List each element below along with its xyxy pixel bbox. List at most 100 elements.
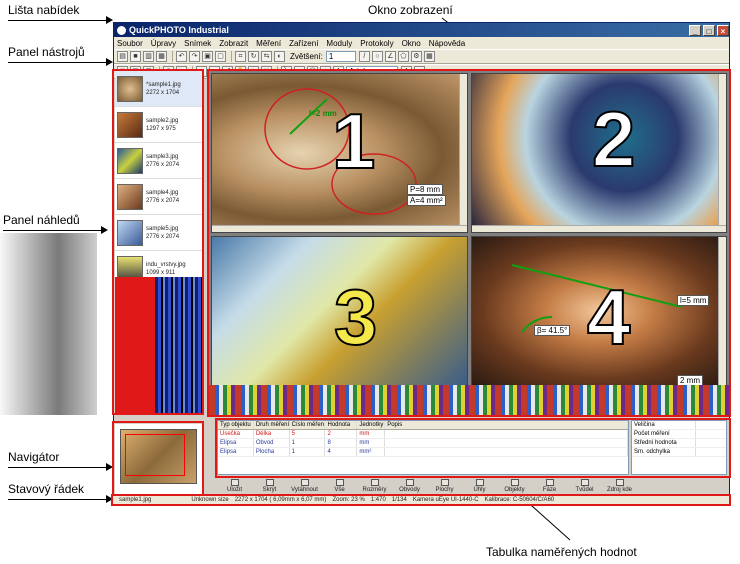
results-table[interactable]: Typ objektu Druh měření Číslo měření Hod… (217, 420, 629, 475)
image-quadrant-2[interactable]: 2 (471, 73, 727, 233)
thumbnail-image (117, 75, 143, 102)
save-icon[interactable]: ■ (130, 51, 141, 62)
close-button[interactable]: × (717, 24, 729, 36)
phase-icon (545, 479, 554, 486)
vertical-scrollbar[interactable] (718, 237, 726, 385)
menu-item-help[interactable]: Nápověda (429, 39, 465, 48)
menu-item-file[interactable]: Soubor (117, 39, 143, 48)
angles-button[interactable]: Úhly (462, 479, 497, 493)
copy-icon[interactable]: ▣ (202, 51, 213, 62)
navigator-viewport-frame[interactable] (125, 434, 185, 476)
paste-icon[interactable]: ▢ (215, 51, 226, 62)
line-tool-icon[interactable]: / (358, 51, 370, 62)
column-header[interactable]: Hodnota (325, 421, 358, 429)
column-header[interactable]: Popis (385, 421, 628, 429)
table-row[interactable]: Elipsa Obvod 1 8 mm (218, 439, 628, 448)
rotate-icon[interactable]: ↻ (248, 51, 259, 62)
undo-icon[interactable]: ↶ (176, 51, 187, 62)
maximize-button[interactable]: □ (703, 24, 715, 36)
horizontal-scrollbar[interactable] (472, 225, 726, 232)
image-quadrant-1[interactable]: l=2 mm 1 P=8 mm A=4 mm² (211, 73, 468, 233)
thumbnail-image (117, 147, 143, 174)
results-header: Typ objektu Druh měření Číslo měření Hod… (218, 421, 628, 430)
stats-row: Veličina (632, 421, 726, 430)
stats-label: Sm. odchylka (632, 448, 696, 456)
column-header[interactable]: Jednotky (357, 421, 386, 429)
stats-row: Střední hodnota (632, 439, 726, 448)
thumbnail-item[interactable]: sample5.jpg 2776 x 2074 (115, 215, 202, 251)
thumbnail-size: 1099 x 911 (146, 269, 176, 276)
all-button[interactable]: Vše (322, 479, 357, 493)
column-header[interactable]: Druh měření (254, 421, 290, 429)
hardness-button[interactable]: Tvůdel (567, 479, 602, 493)
settings-icon[interactable]: ⚙ (410, 51, 422, 62)
ellipse-tool-icon[interactable]: ○ (371, 51, 383, 62)
quadrant-number-1: 1 (331, 96, 376, 186)
areas-button[interactable]: Plochy (427, 479, 462, 493)
flip-icon[interactable]: ⇆ (261, 51, 272, 62)
thumbnail-item[interactable]: sample4.jpg 2776 x 2074 (115, 179, 202, 215)
annotation-menu-bar-arrow (106, 16, 113, 24)
grid-icon[interactable]: ▦ (423, 51, 435, 62)
dimensions-button[interactable]: Rozměry (357, 479, 392, 493)
vertical-scrollbar[interactable] (718, 74, 726, 232)
open-icon[interactable]: ▤ (117, 51, 128, 62)
thumbnail-item[interactable]: sample2.jpg 1297 x 975 (115, 107, 202, 143)
table-cell: 4 (325, 448, 358, 456)
table-cell: Úsečka (218, 430, 254, 438)
hardness-icon (580, 479, 589, 486)
phases-button[interactable]: Fáze (532, 479, 567, 493)
export-icon[interactable]: ▦ (156, 51, 167, 62)
objects-button[interactable]: Objekty (497, 479, 532, 493)
objects-icon (510, 479, 519, 486)
menu-item-window[interactable]: Okno (402, 39, 421, 48)
horizontal-scrollbar[interactable] (212, 225, 467, 232)
polygon-tool-icon[interactable]: ⬠ (397, 51, 409, 62)
angle-tool-icon[interactable]: ∠ (384, 51, 396, 62)
toolbar-row-1: ▤ ■ ▥ ▦ ↶ ↷ ▣ ▢ ⌗ ↻ ⇆ ◐ Zvětšení: 1 / ○ … (114, 49, 729, 64)
source-button[interactable]: Zdroj kde (602, 479, 637, 493)
menu-item-protocols[interactable]: Protokoly (360, 39, 393, 48)
annotation-status-bar: Stavový řádek (8, 482, 85, 496)
table-row[interactable]: Elipsa Plocha 1 4 mm² (218, 448, 628, 457)
annotation-thumbnail-arrow (101, 226, 108, 234)
annotation-thumbnail-line (3, 230, 103, 231)
table-cell: Délka (254, 430, 290, 438)
table-cell: Elipsa (218, 448, 254, 456)
all-icon (335, 479, 344, 486)
title-bar: QuickPHOTO Industrial _ □ × (114, 23, 729, 37)
navigator-panel[interactable] (115, 424, 202, 494)
image-quadrant-3[interactable]: 3 (211, 236, 468, 386)
menu-item-view[interactable]: Zobrazit (219, 39, 248, 48)
toolbar-separator (231, 51, 232, 62)
annotation-toolbar: Panel nástrojů (8, 45, 85, 59)
annotation-navigator: Navigátor (8, 450, 60, 464)
menu-item-modules[interactable]: Moduly (326, 39, 352, 48)
save-results-button[interactable]: Uložit (217, 479, 252, 493)
minimize-button[interactable]: _ (689, 24, 701, 36)
extract-button[interactable]: Vytáhnout (287, 479, 322, 493)
column-header[interactable]: Číslo měření (290, 421, 326, 429)
hide-button[interactable]: Skrýt (252, 479, 287, 493)
table-row[interactable]: Úsečka Délka 5 2 mm (218, 430, 628, 439)
image-quadrant-4[interactable]: β= 41.5° 4 l=5 mm 2 mm (471, 236, 727, 386)
vertical-scrollbar[interactable] (459, 74, 467, 232)
table-cell (385, 430, 628, 438)
crop-icon[interactable]: ⌗ (235, 51, 246, 62)
menu-item-device[interactable]: Zařízení (289, 39, 318, 48)
perimeters-button[interactable]: Obvody (392, 479, 427, 493)
print-icon[interactable]: ▥ (143, 51, 154, 62)
hide-icon (265, 479, 274, 486)
column-header[interactable]: Typ objektu (218, 421, 254, 429)
redo-icon[interactable]: ↷ (189, 51, 200, 62)
menu-item-measure[interactable]: Měření (256, 39, 281, 48)
thumbnail-item[interactable]: *sample1.jpg 2272 x 1704 (115, 71, 202, 107)
menu-item-edit[interactable]: Úpravy (151, 39, 176, 48)
thumbnail-item[interactable]: sample3.jpg 2776 x 2074 (115, 143, 202, 179)
menu-item-image[interactable]: Snímek (184, 39, 211, 48)
thumbnail-name: sample3.jpg (146, 153, 179, 160)
zoom-select[interactable]: 1 (325, 51, 356, 62)
color-icon[interactable]: ◐ (274, 51, 285, 62)
image-viewer[interactable]: l=2 mm 1 P=8 mm A=4 mm² 2 3 β= 41.5° 4 l… (209, 71, 729, 415)
quadrant-number-3: 3 (333, 272, 378, 362)
